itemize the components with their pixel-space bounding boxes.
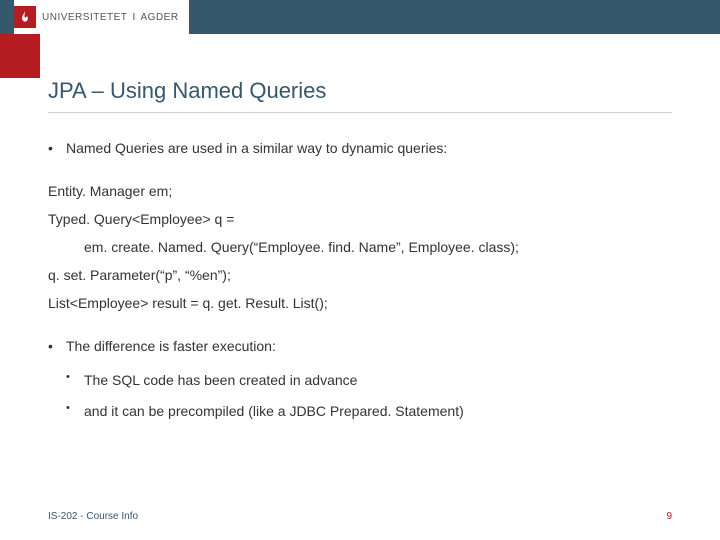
page-number: 9 [666,511,672,522]
code-line: em. create. Named. Query(“Employee. find… [48,233,672,261]
slide-footer: IS-202 - Course Info 9 [48,511,672,522]
flame-icon [18,10,32,24]
code-line: Entity. Manager em; [48,177,672,205]
code-line: Typed. Query<Employee> q = [48,205,672,233]
sub-bullet-1: The SQL code has been created in advance [66,368,672,393]
sub-bullet-2: and it can be precompiled (like a JDBC P… [66,399,672,424]
institution-name: UNIVERSITETET I AGDER [42,12,179,23]
top-bar: UNIVERSITETET I AGDER [0,0,720,34]
bullet-diff: The difference is faster execution: The … [48,335,672,424]
institution-divider: I [133,12,136,23]
slide-title: JPA – Using Named Queries [48,78,672,113]
institution-part2: AGDER [141,12,179,23]
bullet-intro: Named Queries are used in a similar way … [48,137,672,159]
logo-mark-icon [14,6,36,28]
code-line: q. set. Parameter(“p”, “%en”); [48,261,672,289]
accent-tab [0,34,40,78]
code-line: List<Employee> result = q. get. Result. … [48,289,672,317]
sub-bullet-list: The SQL code has been created in advance… [66,368,672,424]
bullet-diff-text: The difference is faster execution: [66,338,276,354]
institution-logo: UNIVERSITETET I AGDER [14,0,189,34]
institution-part1: UNIVERSITETET [42,12,127,23]
bullet-list-2: The difference is faster execution: The … [48,335,672,424]
bullet-list: Named Queries are used in a similar way … [48,137,672,159]
slide-content: JPA – Using Named Queries Named Queries … [0,34,720,424]
footer-left: IS-202 - Course Info [48,511,138,522]
slide: UNIVERSITETET I AGDER JPA – Using Named … [0,0,720,540]
code-block: Entity. Manager em; Typed. Query<Employe… [48,177,672,317]
